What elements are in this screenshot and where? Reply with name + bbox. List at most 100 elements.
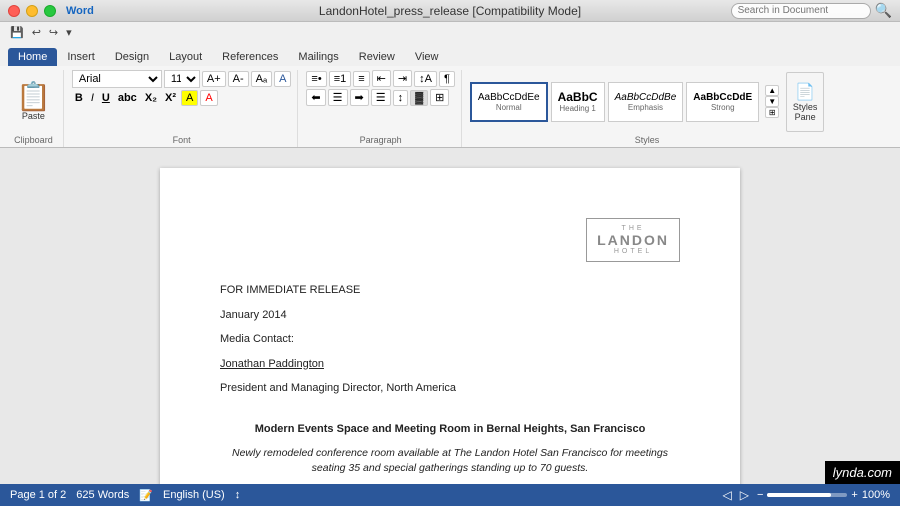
tab-layout[interactable]: Layout xyxy=(159,48,212,66)
ribbon: 📋 Paste Clipboard Arial 11 A+ A- Aₐ A B xyxy=(0,66,900,148)
zoom-level[interactable]: 100% xyxy=(862,489,890,501)
paste-button[interactable]: 📋 Paste xyxy=(10,79,57,125)
style-normal[interactable]: AaBbCcDdEe Normal xyxy=(470,82,548,122)
user-icon[interactable]: 🔍 xyxy=(875,2,892,19)
align-left-button[interactable]: ⬅ xyxy=(306,89,325,106)
scroll-left-button[interactable]: ◁ xyxy=(723,488,732,502)
zoom-bar: − + 100% xyxy=(757,489,890,501)
style-heading1-label: Heading 1 xyxy=(558,104,598,113)
style-heading1[interactable]: AaBbC Heading 1 xyxy=(551,82,605,122)
paste-label: Paste xyxy=(22,111,45,121)
tab-insert[interactable]: Insert xyxy=(57,48,105,66)
styles-scroll-up[interactable]: ▲ xyxy=(765,85,779,96)
italic-button[interactable]: I xyxy=(88,91,97,105)
press-release-date: January 2014 xyxy=(220,307,680,324)
for-immediate-release: FOR IMMEDIATE RELEASE xyxy=(220,282,680,299)
logo-main: LANDON xyxy=(597,232,669,248)
paragraph-label: Paragraph xyxy=(360,135,402,145)
shading-button[interactable]: ▓ xyxy=(410,90,428,106)
style-heading1-preview: AaBbC xyxy=(558,90,598,104)
logo-top: THE xyxy=(597,225,669,232)
decrease-indent-button[interactable]: ⇤ xyxy=(372,70,391,87)
maximize-button[interactable] xyxy=(44,5,56,17)
tab-design[interactable]: Design xyxy=(105,48,159,66)
save-button[interactable]: 💾 xyxy=(8,26,26,39)
shrink-font-button[interactable]: A- xyxy=(228,71,249,87)
zoom-out-button[interactable]: − xyxy=(757,489,763,501)
scroll-right-button[interactable]: ▷ xyxy=(740,488,749,502)
press-headline: Modern Events Space and Meeting Room in … xyxy=(220,421,680,438)
contact-name-link[interactable]: Jonathan Paddington xyxy=(220,358,324,370)
styles-label: Styles xyxy=(635,135,660,145)
tab-mailings[interactable]: Mailings xyxy=(288,48,348,66)
language[interactable]: English (US) xyxy=(163,489,225,501)
font-content: Arial 11 A+ A- Aₐ A B I U abc X₂ X² A A xyxy=(72,70,292,133)
styles-pane-button[interactable]: 📄 Styles Pane xyxy=(786,72,824,132)
search-input[interactable] xyxy=(731,3,871,19)
line-spacing-button[interactable]: ↕ xyxy=(393,90,409,106)
media-contact-label: Media Contact: xyxy=(220,331,680,348)
styles-group: AaBbCcDdEe Normal AaBbC Heading 1 AaBbCc… xyxy=(464,70,830,147)
spelling-icon[interactable]: 📝 xyxy=(139,489,153,502)
clipboard-content: 📋 Paste xyxy=(10,70,57,133)
redo-button[interactable]: ↪ xyxy=(47,26,60,39)
customize-button[interactable]: ▾ xyxy=(64,26,74,39)
press-subhead: Newly remodeled conference room availabl… xyxy=(220,446,680,478)
clear-format-button[interactable]: Aₐ xyxy=(251,71,272,87)
font-size-select[interactable]: 11 xyxy=(164,70,200,88)
align-center-button[interactable]: ☰ xyxy=(328,89,348,106)
zoom-in-button[interactable]: + xyxy=(851,489,857,501)
undo-button[interactable]: ↩ xyxy=(30,26,43,39)
align-right-button[interactable]: ➡ xyxy=(350,89,369,106)
styles-scroll-down[interactable]: ▼ xyxy=(765,96,779,107)
tab-home[interactable]: Home xyxy=(8,48,57,66)
tab-view[interactable]: View xyxy=(405,48,449,66)
tab-review[interactable]: Review xyxy=(349,48,405,66)
document-title: LandonHotel_press_release [Compatibility… xyxy=(319,4,581,18)
font-color-button[interactable]: A xyxy=(200,90,217,106)
styles-more[interactable]: ⊞ xyxy=(765,107,779,118)
justify-button[interactable]: ☰ xyxy=(371,89,391,106)
page-count[interactable]: Page 1 of 2 xyxy=(10,489,66,501)
paragraph-group: ≡• ≡1 ≡ ⇤ ⇥ ↕A ¶ ⬅ ☰ ➡ ☰ ↕ ▓ ⊞ Paragraph xyxy=(300,70,461,147)
underline-button[interactable]: U xyxy=(99,91,113,105)
grow-font-button[interactable]: A+ xyxy=(202,71,226,87)
borders-button[interactable]: ⊞ xyxy=(430,89,449,106)
multilevel-button[interactable]: ≡ xyxy=(353,71,369,87)
style-emphasis-label: Emphasis xyxy=(615,103,677,112)
show-formatting-button[interactable]: ¶ xyxy=(439,71,455,87)
word-app-icon: Word xyxy=(66,5,94,17)
style-normal-preview: AaBbCcDdEe xyxy=(478,92,540,103)
contact-title: President and Managing Director, North A… xyxy=(220,380,680,397)
quick-access-toolbar: 💾 ↩ ↪ ▾ xyxy=(0,22,900,42)
superscript-button[interactable]: X² xyxy=(162,91,179,105)
track-changes-icon[interactable]: ↕ xyxy=(235,489,241,501)
logo-box: THE LANDON HOTEL xyxy=(586,218,680,262)
font-label: Font xyxy=(173,135,191,145)
font-name-select[interactable]: Arial xyxy=(72,70,162,88)
increase-indent-button[interactable]: ⇥ xyxy=(393,70,412,87)
numbering-button[interactable]: ≡1 xyxy=(329,71,352,87)
style-strong[interactable]: AaBbCcDdE Strong xyxy=(686,82,759,122)
highlight-button[interactable]: A xyxy=(181,90,198,106)
bullets-button[interactable]: ≡• xyxy=(306,71,326,87)
style-emphasis[interactable]: AaBbCcDdBe Emphasis xyxy=(608,82,684,122)
close-button[interactable] xyxy=(8,5,20,17)
font-group: Arial 11 A+ A- Aₐ A B I U abc X₂ X² A A xyxy=(66,70,299,147)
sort-button[interactable]: ↕A xyxy=(414,71,437,87)
minimize-button[interactable] xyxy=(26,5,38,17)
bold-button[interactable]: B xyxy=(72,91,86,105)
list-row: ≡• ≡1 ≡ ⇤ ⇥ ↕A ¶ xyxy=(306,70,454,87)
paragraph-content: ≡• ≡1 ≡ ⇤ ⇥ ↕A ¶ ⬅ ☰ ➡ ☰ ↕ ▓ ⊞ xyxy=(306,70,454,133)
strikethrough-button[interactable]: abc xyxy=(115,91,140,105)
styles-pane-icon: 📄 xyxy=(795,82,815,102)
logo-area: THE LANDON HOTEL xyxy=(220,218,680,262)
text-effects-button[interactable]: A xyxy=(274,71,291,87)
tab-references[interactable]: References xyxy=(212,48,288,66)
styles-content: AaBbCcDdEe Normal AaBbC Heading 1 AaBbCc… xyxy=(470,70,824,133)
subscript-button[interactable]: X₂ xyxy=(142,91,160,105)
status-right: ◁ ▷ − + 100% xyxy=(723,488,890,502)
word-count[interactable]: 625 Words xyxy=(76,489,129,501)
zoom-slider[interactable] xyxy=(767,493,847,497)
document-area: THE LANDON HOTEL FOR IMMEDIATE RELEASE J… xyxy=(0,148,900,484)
